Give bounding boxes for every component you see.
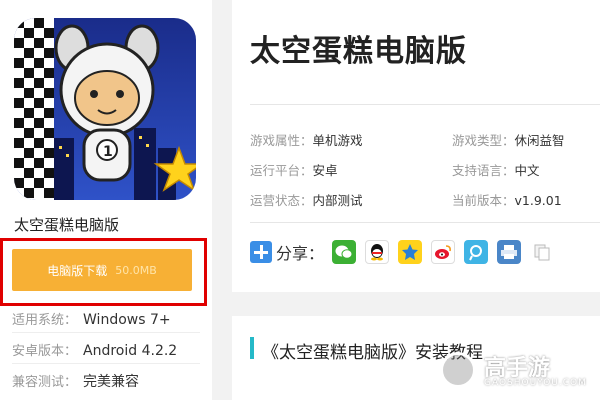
download-size: 50.0MB (115, 263, 157, 277)
print-icon[interactable] (497, 240, 522, 264)
info-android: 安卓版本： Android 4.2.2 (12, 340, 212, 359)
attr-game-property: 游戏属性：单机游戏 (250, 133, 363, 148)
share-plus-icon[interactable] (250, 241, 272, 263)
attr-status: 运营状态：内部测试 (250, 193, 363, 208)
info-label: 适用系统： (12, 313, 78, 328)
weibo-icon[interactable] (431, 240, 456, 264)
page-title: 太空蛋糕电脑版 (250, 34, 467, 69)
svg-text:1: 1 (103, 144, 113, 160)
divider (12, 332, 200, 333)
info-label: 安卓版本： (12, 344, 78, 359)
section-accent-bar (250, 337, 254, 359)
info-label: 兼容测试： (12, 375, 78, 390)
pc-download-button[interactable]: 电脑版下载 50.0MB (12, 249, 192, 291)
divider (12, 363, 200, 364)
attr-platform: 运行平台：安卓 (250, 163, 338, 178)
attr-language: 支持语言：中文 (452, 163, 540, 178)
app-name: 太空蛋糕电脑版 (14, 216, 120, 234)
info-value: Android 4.2.2 (83, 343, 178, 359)
share-bar: 分享： (250, 238, 563, 266)
divider (250, 104, 600, 105)
info-value: Windows 7+ (83, 312, 171, 328)
share-label: 分享： (276, 244, 325, 263)
download-button-label: 电脑版下载 (47, 263, 108, 278)
info-compat: 兼容测试： 完美兼容 (12, 371, 212, 391)
attr-version: 当前版本：v1.9.01 (452, 193, 562, 208)
qq-icon[interactable] (365, 240, 390, 264)
divider (250, 222, 600, 223)
watermark-logo-icon (440, 352, 476, 388)
tencent-weibo-icon[interactable] (464, 240, 489, 264)
info-value: 完美兼容 (83, 374, 140, 390)
attr-game-type: 游戏类型：休闲益智 (452, 133, 565, 148)
qzone-icon[interactable] (398, 240, 423, 264)
info-system: 适用系统： Windows 7+ (12, 309, 212, 328)
site-watermark: 高手游 GAOSHOUYOU.COM (440, 348, 600, 400)
watermark-domain: GAOSHOUYOU.COM (484, 378, 587, 388)
app-icon[interactable]: 1 (14, 18, 196, 200)
wechat-icon[interactable] (332, 240, 357, 264)
copy-icon[interactable] (530, 240, 555, 264)
